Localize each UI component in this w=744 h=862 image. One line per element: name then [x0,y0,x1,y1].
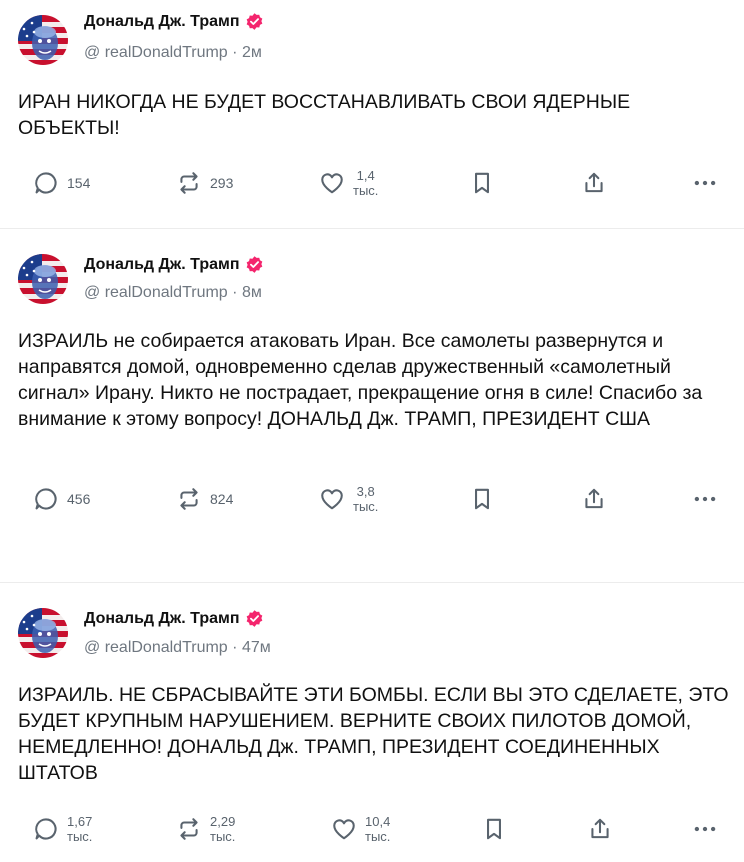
more-icon [692,486,718,512]
verified-badge-icon [245,609,264,628]
like-count: 10,4 тыс. [365,814,390,844]
reply-count-number: 1,67 [67,814,93,829]
repost-icon [176,486,202,512]
like-count: 1,4 тыс. [353,168,378,198]
author-name[interactable]: Дональд Дж. Трамп [84,13,240,31]
reply-button[interactable]: 456 [33,479,90,519]
like-button[interactable]: 3,8 тыс. [319,479,378,519]
verified-badge-icon [245,12,264,31]
post-3[interactable]: Дональд Дж. Трамп @ realDonaldTrump · 47… [0,583,744,862]
meta-separator: · [232,639,238,656]
like-count-number: 1,4 [356,168,375,183]
bookmark-button[interactable] [481,809,507,849]
action-bar: 1,67 тыс. 2,29 тыс. 10,4 тыс. [0,809,744,849]
author-name-row: Дональд Дж. Трамп [84,255,264,274]
like-button[interactable]: 1,4 тыс. [319,163,378,203]
post-time[interactable]: 2м [242,44,262,61]
repost-button[interactable]: 293 [176,163,233,203]
reply-count-unit: тыс. [67,829,93,844]
bookmark-button[interactable] [469,163,495,203]
more-button[interactable] [692,163,718,203]
like-button[interactable]: 10,4 тыс. [331,809,390,849]
reply-icon [33,170,59,196]
bookmark-icon [469,486,495,512]
reply-icon [33,486,59,512]
bookmark-icon [469,170,495,196]
author-name[interactable]: Дональд Дж. Трамп [84,256,240,274]
author-handle[interactable]: @ realDonaldTrump [84,44,228,61]
share-button[interactable] [581,163,607,203]
share-icon [581,170,607,196]
repost-count: 293 [210,175,234,191]
repost-count-unit: тыс. [210,829,236,844]
like-count-number: 3,8 [356,484,375,499]
author-handle[interactable]: @ realDonaldTrump [84,639,228,656]
reply-count: 456 [67,491,91,507]
post-time[interactable]: 47м [242,639,271,656]
like-icon [319,170,345,196]
reply-count: 154 [67,175,91,191]
reply-button[interactable]: 1,67 тыс. [33,809,92,849]
more-button[interactable] [692,479,718,519]
repost-count: 824 [210,491,234,507]
reply-count: 1,67 тыс. [67,814,92,844]
reply-icon [33,816,59,842]
share-icon [587,816,613,842]
verified-badge-icon [245,255,264,274]
like-icon [331,816,357,842]
more-icon [692,816,718,842]
avatar[interactable] [18,608,68,658]
repost-count-number: 2,29 [210,814,236,829]
more-icon [692,170,718,196]
action-bar: 154 293 1,4 тыс. [0,163,744,203]
action-bar: 456 824 3,8 тыс. [0,479,744,519]
post-text: ИРАН НИКОГДА НЕ БУДЕТ ВОССТАНАВЛИВАТЬ СВ… [18,91,631,139]
author-meta: @ realDonaldTrump · 8м [84,284,262,302]
post-time[interactable]: 8м [242,284,262,301]
repost-icon [176,816,202,842]
share-icon [581,486,607,512]
author-meta: @ realDonaldTrump · 2м [84,44,262,62]
like-count: 3,8 тыс. [353,484,378,514]
bookmark-button[interactable] [469,479,495,519]
share-button[interactable] [587,809,613,849]
like-count-number: 10,4 [365,814,391,829]
more-button[interactable] [692,809,718,849]
meta-separator: · [232,284,238,301]
author-name-row: Дональд Дж. Трамп [84,609,264,628]
like-count-unit: тыс. [353,183,379,198]
avatar[interactable] [18,254,68,304]
bookmark-icon [481,816,507,842]
repost-count: 2,29 тыс. [210,814,235,844]
author-name-row: Дональд Дж. Трамп [84,12,264,31]
post-text: ИЗРАИЛЬ не собирается атаковать Иран. Вс… [18,330,703,430]
reply-button[interactable]: 154 [33,163,90,203]
avatar[interactable] [18,15,68,65]
repost-button[interactable]: 2,29 тыс. [176,809,235,849]
repost-button[interactable]: 824 [176,479,233,519]
post-1[interactable]: Дональд Дж. Трамп @ realDonaldTrump · 2м… [0,0,744,228]
meta-separator: · [232,44,238,61]
share-button[interactable] [581,479,607,519]
author-name[interactable]: Дональд Дж. Трамп [84,610,240,628]
like-count-unit: тыс. [365,829,391,844]
post-text: ИЗРАИЛЬ. НЕ СБРАСЫВАЙТЕ ЭТИ БОМБЫ. ЕСЛИ … [18,684,729,784]
post-2[interactable]: Дональд Дж. Трамп @ realDonaldTrump · 8м… [0,229,744,543]
author-handle[interactable]: @ realDonaldTrump [84,284,228,301]
repost-icon [176,170,202,196]
like-icon [319,486,345,512]
author-meta: @ realDonaldTrump · 47м [84,639,271,657]
like-count-unit: тыс. [353,499,379,514]
